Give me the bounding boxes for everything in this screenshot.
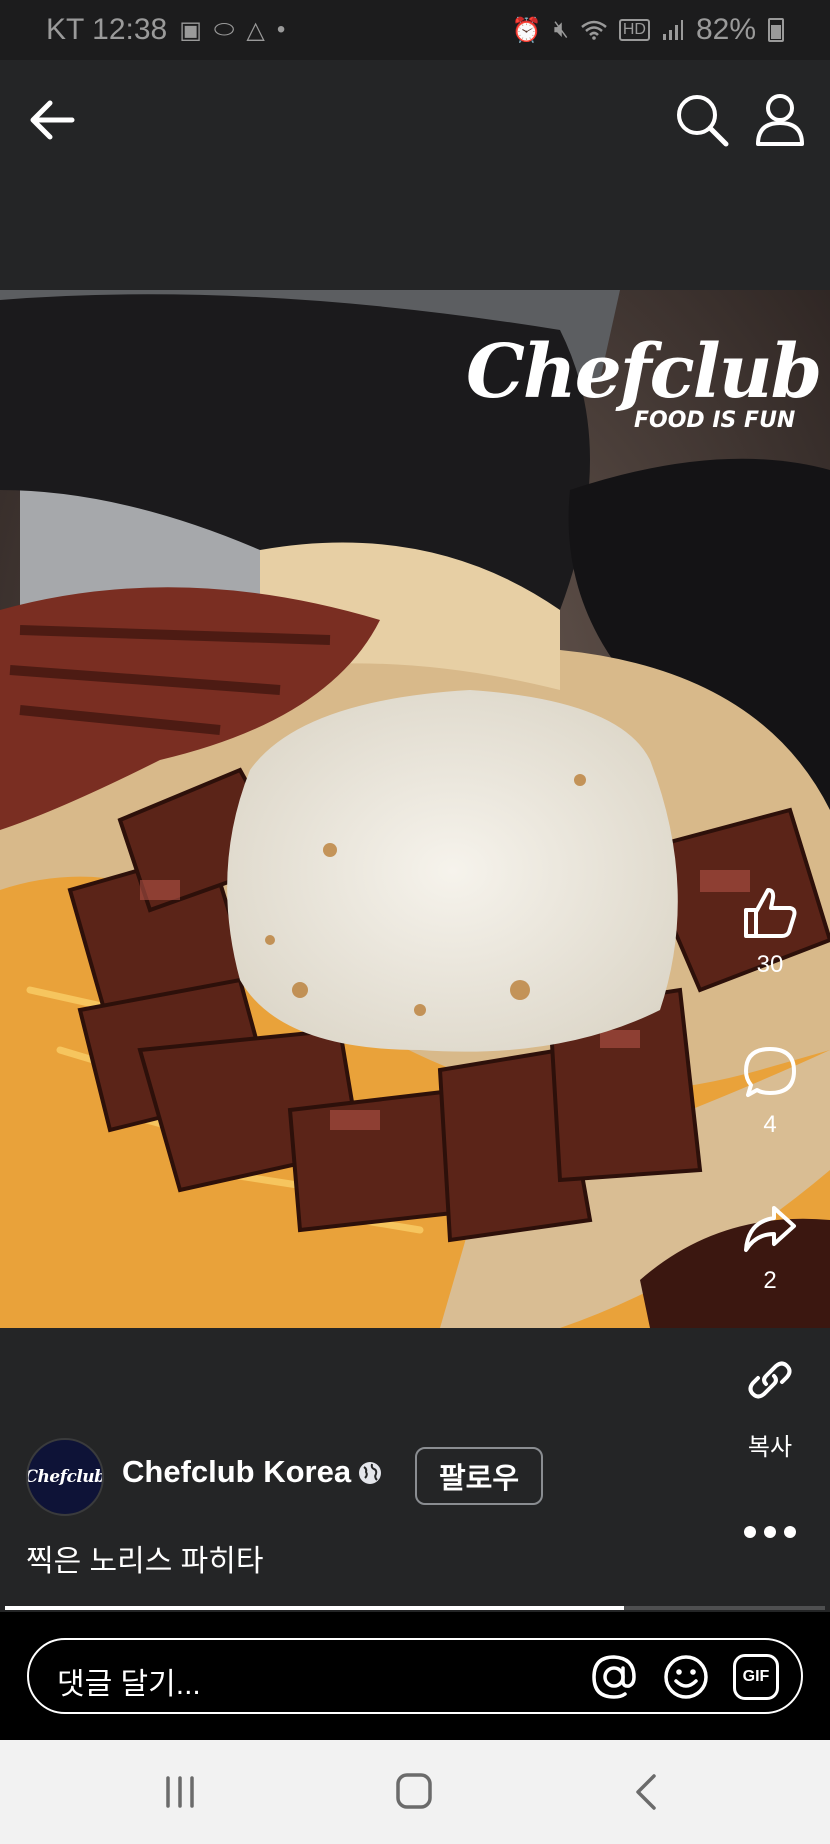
app-bar <box>0 60 830 180</box>
video-player[interactable] <box>0 290 830 1328</box>
warning-icon: △ <box>246 16 265 44</box>
comment-input[interactable]: 댓글 달기... GIF <box>27 1638 803 1714</box>
copy-link-button[interactable]: 복사 <box>730 1352 810 1462</box>
back-nav-icon[interactable] <box>616 1770 676 1814</box>
profile-button[interactable] <box>750 90 810 150</box>
dot-icon: • <box>276 16 286 43</box>
battery-percent: 82% <box>695 13 756 46</box>
emoji-icon[interactable] <box>663 1654 709 1700</box>
post-caption: 찍은 노리스 파히타 <box>26 1545 264 1578</box>
mention-icon[interactable] <box>591 1654 637 1700</box>
status-left: KT 12:38 ▣ ⬭ △ • <box>46 13 285 47</box>
back-button[interactable] <box>24 92 80 148</box>
globe-icon <box>359 1462 381 1484</box>
chefclub-watermark: Chefclub FOOD IS FUN <box>466 330 822 440</box>
status-right: ⏰ 🔇︎ HD 82% <box>512 13 784 47</box>
avatar[interactable]: Chefclub <box>26 1438 104 1516</box>
gif-icon[interactable]: GIF <box>733 1654 779 1700</box>
watermark-tagline: FOOD IS FUN <box>634 408 796 433</box>
comment-icon <box>744 1047 796 1097</box>
like-button[interactable]: 30 <box>730 884 810 979</box>
profile-icon <box>756 94 804 146</box>
share-button[interactable]: 2 <box>730 1200 810 1295</box>
mute-icon: 🔇︎ <box>553 16 569 43</box>
share-count: 2 <box>763 1267 777 1294</box>
more-icon <box>744 1526 796 1538</box>
avatar-logo-text: Chefclub <box>26 1467 104 1487</box>
video-frame-image <box>0 290 830 1328</box>
thumbs-up-icon <box>744 888 797 938</box>
signal-icon <box>662 20 683 40</box>
battery-icon <box>768 18 784 42</box>
search-icon <box>677 95 729 147</box>
screenshot-icon: ▣ <box>179 16 202 44</box>
follow-button[interactable]: 팔로우 <box>415 1447 543 1505</box>
video-progress-bar[interactable] <box>5 1606 825 1610</box>
hd-icon: HD <box>618 19 650 41</box>
like-count: 30 <box>756 951 784 978</box>
comment-bar: 댓글 달기... GIF <box>0 1612 830 1740</box>
more-options-button[interactable] <box>730 1522 810 1547</box>
home-icon[interactable] <box>384 1770 444 1814</box>
search-button[interactable] <box>672 90 732 150</box>
copy-link-label: 복사 <box>747 1434 793 1461</box>
share-icon <box>744 1206 796 1252</box>
carrier-time: KT 12:38 <box>46 13 168 46</box>
link-icon <box>748 1361 792 1399</box>
comment-count: 4 <box>763 1111 777 1138</box>
system-nav-bar <box>0 1740 830 1844</box>
watermark-brand: Chefclub <box>466 329 822 415</box>
video-progress-fill <box>5 1606 625 1610</box>
alarm-icon: ⏰ <box>511 16 542 44</box>
comment-placeholder: 댓글 달기... <box>57 1668 201 1701</box>
back-arrow-icon <box>30 100 75 140</box>
wifi-icon <box>581 20 607 40</box>
status-bar: KT 12:38 ▣ ⬭ △ • ⏰ 🔇︎ HD 82% <box>0 0 830 60</box>
gif-label: GIF <box>742 1668 770 1685</box>
comment-button[interactable]: 4 <box>730 1044 810 1139</box>
pill-icon: ⬭ <box>213 16 235 43</box>
recent-apps-icon[interactable] <box>150 1770 210 1814</box>
page-name[interactable]: Chefclub Korea <box>122 1454 351 1490</box>
